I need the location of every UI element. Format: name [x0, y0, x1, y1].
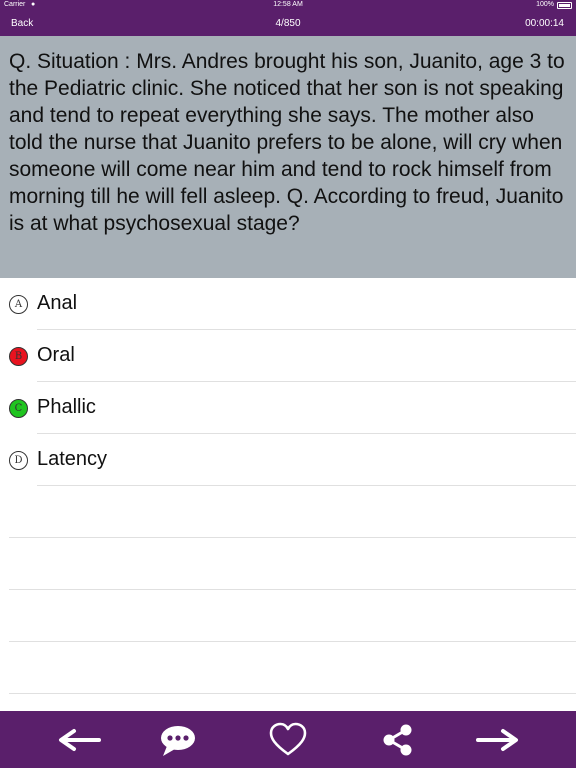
battery-icon: [557, 2, 572, 9]
divider: [9, 693, 576, 694]
chat-bubble-icon: [161, 726, 195, 756]
status-bar: Carrier ● 12:58 AM 100%: [0, 0, 576, 12]
previous-button[interactable]: [53, 722, 101, 758]
empty-row: [0, 486, 576, 538]
option-b-badge: B: [9, 347, 28, 366]
option-d-text: Latency: [37, 448, 108, 470]
question-counter: 4/850: [275, 18, 301, 29]
empty-row: [0, 538, 576, 590]
battery-percent: 100%: [536, 1, 554, 8]
option-c-badge: C: [9, 399, 28, 418]
option-d[interactable]: D Latency: [0, 434, 576, 486]
favorite-button[interactable]: [264, 722, 312, 758]
question-text: Q. Situation : Mrs. Andres brought his s…: [9, 50, 565, 235]
elapsed-timer: 00:00:14: [525, 18, 564, 29]
answer-options: A Anal B Oral C Phallic D Latency: [0, 278, 576, 694]
empty-row: [0, 642, 576, 694]
share-icon: [383, 724, 412, 756]
next-button[interactable]: [476, 722, 524, 758]
arrow-left-icon: [59, 729, 101, 751]
bottom-toolbar: [0, 711, 576, 768]
status-time: 12:58 AM: [273, 1, 303, 8]
arrow-right-icon: [476, 729, 518, 751]
nav-bar: Back 4/850 00:00:14: [0, 12, 576, 36]
heart-icon: [269, 722, 307, 756]
empty-row: [0, 590, 576, 642]
option-a-text: Anal: [37, 292, 78, 314]
option-c[interactable]: C Phallic: [0, 382, 576, 434]
option-a[interactable]: A Anal: [0, 278, 576, 330]
share-button[interactable]: [374, 722, 422, 758]
option-b-text: Oral: [37, 344, 75, 366]
option-d-badge: D: [9, 451, 28, 470]
option-b[interactable]: B Oral: [0, 330, 576, 382]
comments-button[interactable]: [154, 722, 202, 758]
option-a-badge: A: [9, 295, 28, 314]
option-c-text: Phallic: [37, 396, 96, 418]
question-panel: Q. Situation : Mrs. Andres brought his s…: [0, 36, 576, 278]
